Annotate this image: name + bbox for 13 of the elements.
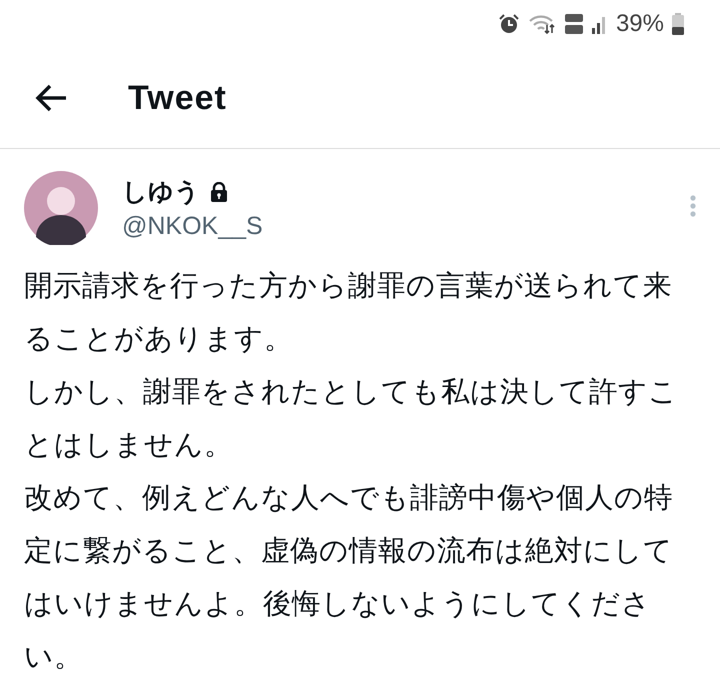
battery-icon bbox=[672, 13, 684, 35]
tweet-text: 開示請求を行った方から謝罪の言葉が送られて来ることがあります。 bbox=[24, 268, 673, 357]
user-name: しゆう bbox=[122, 176, 200, 208]
battery-percentage: 39% bbox=[616, 10, 664, 38]
tweet-text: しかし、謝罪をされたとしても私は決して許すことはしません。 bbox=[24, 374, 679, 463]
page-title: Tweet bbox=[128, 78, 227, 118]
avatar[interactable] bbox=[24, 171, 98, 245]
back-button[interactable] bbox=[34, 83, 68, 113]
tweet-text: 改めて、例えどんな人へでも誹謗中傷や個人の特定に繋がること、虚偽の情報の流布は絶対にしてはいけませんよ。後悔しないようにしてください。 bbox=[24, 480, 674, 675]
signal-icon bbox=[592, 14, 608, 34]
alarm-icon bbox=[498, 13, 520, 35]
user-handle: @NKOK__S bbox=[122, 212, 264, 241]
wifi-icon bbox=[528, 13, 556, 35]
